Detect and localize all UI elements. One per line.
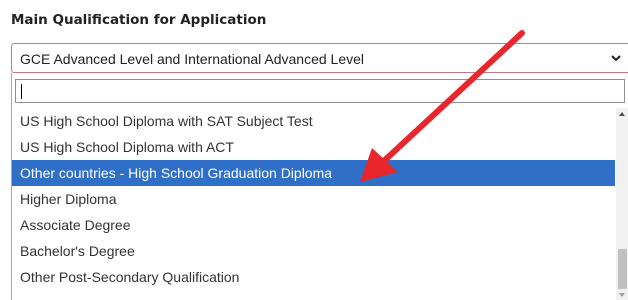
options-list: US High School Diploma with SAT Subject …	[12, 108, 615, 290]
option-us-sat[interactable]: US High School Diploma with SAT Subject …	[12, 108, 615, 134]
scroll-down-arrow-icon[interactable]	[619, 293, 625, 297]
option-higher-diploma[interactable]: Higher Diploma	[12, 186, 615, 212]
option-bachelors-degree[interactable]: Bachelor's Degree	[12, 238, 615, 264]
chevron-down-icon[interactable]	[610, 52, 622, 64]
field-label: Main Qualification for Application	[11, 12, 267, 28]
option-other-countries[interactable]: Other countries - High School Graduation…	[12, 160, 615, 186]
dropdown-search-input[interactable]	[15, 79, 625, 103]
option-us-act[interactable]: US High School Diploma with ACT	[12, 134, 615, 160]
scroll-thumb[interactable]	[618, 249, 627, 289]
dropdown-scrollbar[interactable]	[616, 108, 628, 300]
scroll-up-arrow-icon[interactable]	[619, 112, 625, 116]
page: Main Qualification for Application GCE A…	[0, 0, 628, 300]
select-value: GCE Advanced Level and International Adv…	[20, 51, 365, 67]
option-other-post-secondary[interactable]: Other Post-Secondary Qualification	[12, 264, 615, 290]
text-caret	[21, 84, 22, 99]
qualification-select[interactable]: GCE Advanced Level and International Adv…	[11, 43, 628, 73]
option-associate-degree[interactable]: Associate Degree	[12, 212, 615, 238]
dropdown-panel: US High School Diploma with SAT Subject …	[11, 73, 628, 300]
